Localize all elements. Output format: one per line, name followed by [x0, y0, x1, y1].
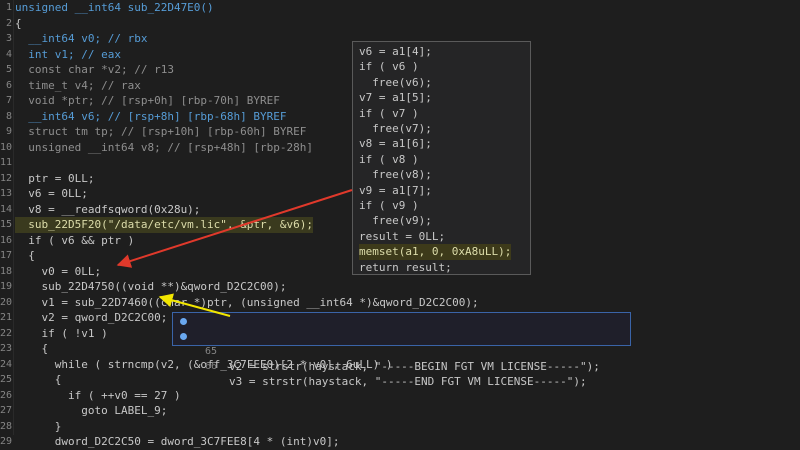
red-arrow: [116, 189, 353, 268]
code-line[interactable]: dword_D2C2C50 = dword_3C7FEE8[4 * (int)v…: [15, 434, 340, 450]
line-number: 29: [0, 436, 13, 447]
yellow-arrow: [158, 293, 231, 317]
annotation-arrows: [116, 189, 353, 317]
